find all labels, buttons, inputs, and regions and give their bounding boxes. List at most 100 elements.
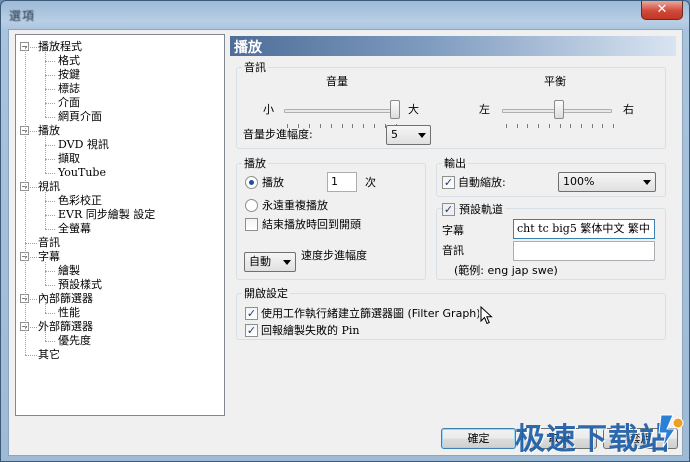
default-track-checkbox[interactable]: ✓ [442, 203, 455, 216]
options-tree[interactable]: 播放程式 − 格式 按鍵 標誌 介面 網頁介面 播放 − DVD 視訊 擷取 YouTube 視訊 − 色彩… [15, 34, 225, 416]
zoom-select[interactable]: 100% [558, 172, 656, 192]
balance-left-label: 左 [479, 103, 490, 116]
subtitle-lang-input[interactable]: cht tc big5 繁体中文 繁中 [513, 219, 655, 239]
tree-node-label: 色彩校正 [58, 194, 102, 207]
volume-max-label: 大 [408, 103, 419, 116]
tree-connector [25, 355, 37, 356]
repeat-forever-label: 永遠重複播放 [262, 199, 328, 212]
tree-child-node[interactable]: 介面 [58, 96, 80, 109]
check-icon: ✓ [443, 203, 454, 216]
balance-ticks [506, 124, 614, 128]
tree-node[interactable]: 播放 [38, 124, 60, 137]
lang-example-label: (範例: eng jap swe) [454, 264, 558, 277]
tree-child-node[interactable]: DVD 視訊 [58, 138, 109, 151]
tree-node-label: 字幕 [38, 250, 60, 263]
tree-connector [45, 117, 55, 118]
rewind-checkbox[interactable] [245, 218, 258, 231]
slider-tick [363, 124, 364, 128]
tree-connector [45, 136, 46, 173]
ok-button[interactable]: 確定 [441, 428, 516, 449]
tree-connector [45, 229, 55, 230]
panel-header: 播放 [230, 36, 676, 56]
tree-node[interactable]: 其它 [38, 348, 60, 361]
tree-node-label: YouTube [58, 166, 106, 179]
tree-node-label: 擷取 [58, 152, 80, 165]
tree-node-label: 網頁介面 [58, 110, 102, 123]
options-window: 選項 ✕ 播放程式 − 格式 按鍵 標誌 介面 網頁介面 播放 − DVD 視訊 擷取 YouTube… [0, 0, 690, 462]
slider-tick [506, 124, 507, 128]
panel-title: 播放 [234, 40, 262, 56]
tree-child-node[interactable]: 預設樣式 [58, 278, 102, 291]
tree-node-label: 全螢幕 [58, 222, 91, 235]
window-title: 選項 [9, 9, 36, 23]
open-settings-group-label: 開啟設定 [242, 287, 290, 300]
tree-connector [25, 257, 37, 258]
tree-child-node[interactable]: 標誌 [58, 82, 80, 95]
volume-slider-track[interactable] [284, 109, 396, 113]
tree-connector [45, 332, 46, 341]
audio-lang-input[interactable] [513, 241, 655, 261]
slider-tick [581, 124, 582, 128]
tree-node-label: 內部篩選器 [38, 292, 93, 305]
tree-child-node[interactable]: EVR 同步繪製 設定 [58, 208, 155, 221]
autozoom-label: 自動縮放: [458, 176, 506, 189]
tree-child-node[interactable]: 優先度 [58, 334, 91, 347]
worker-graph-checkbox[interactable]: ✓ [245, 307, 258, 320]
slider-tick [352, 124, 353, 128]
tree-child-node[interactable]: 全螢幕 [58, 222, 91, 235]
volume-step-value: 5 [391, 128, 398, 141]
slider-tick [602, 124, 603, 128]
tree-node-label: DVD 視訊 [58, 138, 109, 151]
tree-node[interactable]: 字幕 [38, 250, 60, 263]
tree-connector [45, 304, 46, 313]
tree-child-node[interactable]: YouTube [58, 166, 106, 179]
subtitle-lang-label: 字幕 [442, 224, 464, 237]
tree-node[interactable]: 外部篩選器 [38, 320, 93, 333]
tree-connector [45, 145, 55, 146]
title-bar[interactable]: 選項 ✕ [1, 1, 689, 29]
tree-node[interactable]: 音訊 [38, 236, 60, 249]
tree-child-node[interactable]: 繪製 [58, 264, 80, 277]
tree-connector [45, 215, 55, 216]
playback-group-label: 播放 [242, 157, 268, 170]
speed-step-select[interactable]: 自動 [244, 252, 296, 272]
slider-tick [538, 124, 539, 128]
speed-step-label: 速度步進幅度 [301, 249, 367, 262]
slider-tick [374, 124, 375, 128]
tree-child-node[interactable]: 性能 [58, 306, 80, 319]
tree-node-label: EVR 同步繪製 設定 [58, 208, 156, 221]
tree-child-node[interactable]: 擷取 [58, 152, 80, 165]
slider-tick [527, 124, 528, 128]
tree-child-node[interactable]: 色彩校正 [58, 194, 102, 207]
tree-node-label: 預設樣式 [58, 278, 102, 291]
tree-node[interactable]: 內部篩選器 [38, 292, 93, 305]
balance-slider-thumb[interactable] [554, 100, 564, 119]
volume-slider-thumb[interactable] [390, 100, 400, 119]
close-button[interactable]: ✕ [641, 1, 683, 20]
watermark-logo-icon [658, 414, 684, 448]
report-pin-checkbox[interactable]: ✓ [245, 324, 258, 337]
autozoom-checkbox[interactable]: ✓ [442, 176, 455, 189]
tree-connector [45, 159, 55, 160]
volume-step-select[interactable]: 5 [386, 125, 431, 145]
tree-node-label: 優先度 [58, 334, 91, 347]
tree-connector [45, 61, 55, 62]
play-count-radio[interactable] [245, 176, 258, 189]
tree-node[interactable]: 視訊 [38, 180, 60, 193]
play-label: 播放 [262, 176, 284, 189]
tree-connector [45, 52, 46, 117]
tree-child-node[interactable]: 網頁介面 [58, 110, 102, 123]
slider-tick [570, 124, 571, 128]
tree-child-node[interactable]: 格式 [58, 54, 80, 67]
tree-node-label: 播放 [38, 124, 60, 137]
play-count-input[interactable]: 1 [327, 172, 357, 192]
slider-tick [549, 124, 550, 128]
tree-child-node[interactable]: 按鍵 [58, 68, 80, 81]
repeat-forever-radio[interactable] [245, 199, 258, 212]
slider-tick [342, 124, 343, 128]
tree-connector [25, 187, 37, 188]
tree-node-label: 介面 [58, 96, 80, 109]
tree-connector [45, 173, 55, 174]
zoom-value: 100% [563, 175, 595, 188]
volume-step-label: 音量步進幅度: [243, 128, 313, 141]
